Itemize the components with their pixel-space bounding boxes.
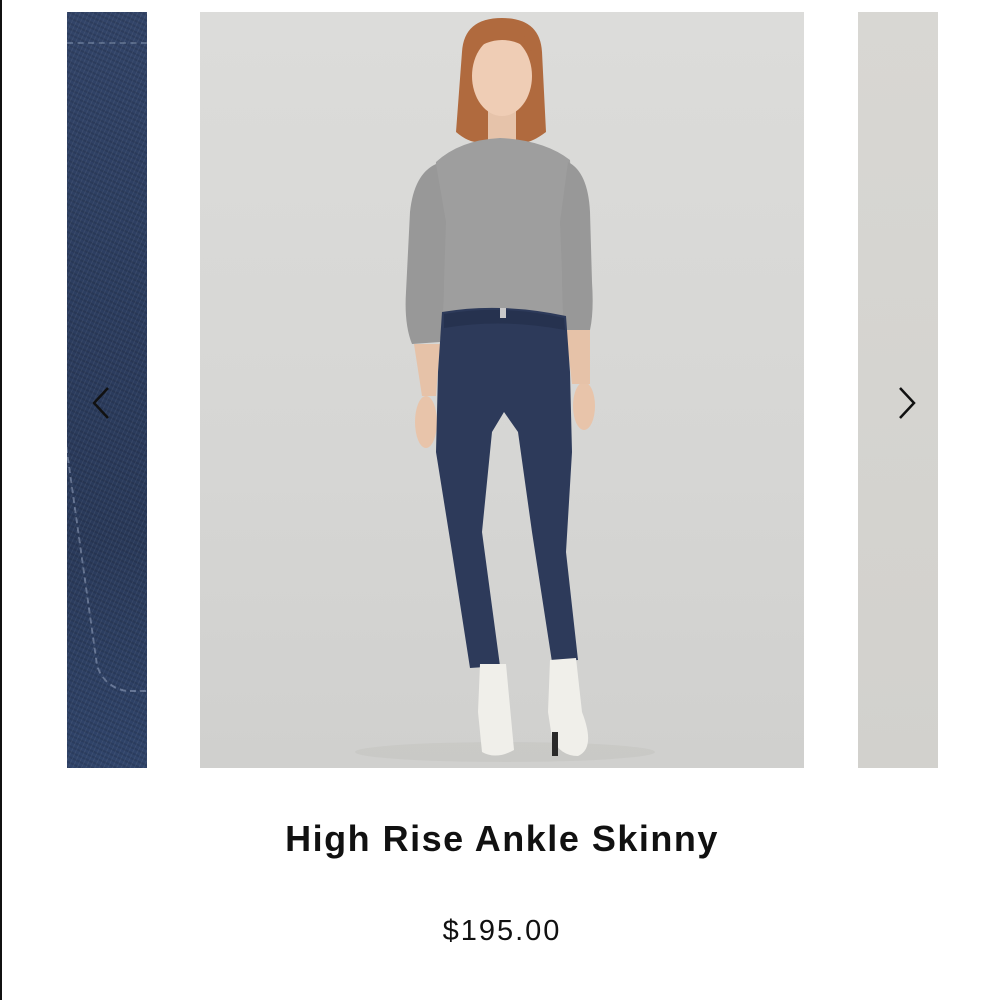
carousel-slide-main[interactable] [200, 12, 804, 768]
product-page: High Rise Ankle Skinny $195.00 [0, 0, 1000, 1000]
product-price: $195.00 [442, 915, 562, 947]
product-photo-model [355, 18, 655, 762]
carousel-prev-button[interactable] [84, 386, 118, 420]
denim-seam [67, 42, 147, 44]
carousel-next-button[interactable] [890, 386, 924, 420]
product-title: High Rise Ankle Skinny [285, 818, 719, 859]
chevron-right-icon [899, 387, 916, 419]
chevron-left-icon [92, 387, 109, 419]
product-image-carousel[interactable] [2, 0, 1000, 780]
denim-pocket-stitch [67, 312, 147, 692]
